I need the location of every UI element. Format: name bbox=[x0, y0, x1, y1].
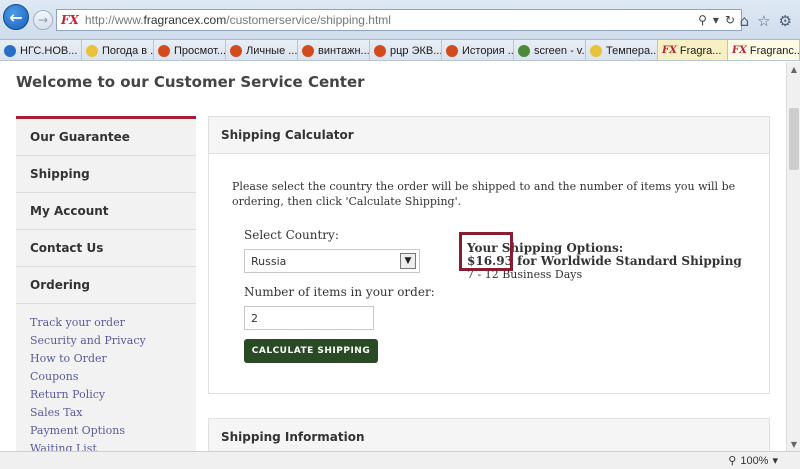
vertical-scrollbar[interactable]: ▲ ▼ bbox=[786, 62, 800, 451]
tab-favicon-icon bbox=[302, 44, 314, 57]
shipping-information-panel: Shipping Information bbox=[208, 418, 770, 451]
search-icon[interactable]: ⚲ bbox=[698, 13, 707, 27]
quantity-input[interactable]: 2 bbox=[244, 306, 374, 330]
scroll-thumb[interactable] bbox=[789, 108, 799, 170]
link-track-order[interactable]: Track your order bbox=[30, 314, 196, 332]
shipping-method: for Worldwide Standard Shipping bbox=[512, 254, 742, 268]
page-title: Welcome to our Customer Service Center bbox=[16, 73, 365, 91]
forward-arrow-icon: → bbox=[37, 13, 49, 27]
calculator-intro: Please select the country the order will… bbox=[232, 180, 736, 208]
price-highlight-box bbox=[459, 232, 513, 271]
sidebar-item-contact[interactable]: Contact Us bbox=[16, 230, 196, 267]
dropdown-icon[interactable]: ▾ bbox=[713, 13, 719, 27]
tab-favicon-icon: FX bbox=[732, 45, 747, 56]
tab-favicon-icon bbox=[518, 44, 530, 57]
tab-label: Просмот... bbox=[174, 44, 226, 57]
tab-favicon-icon bbox=[446, 44, 458, 57]
tab-item[interactable]: НГС.НОВ... bbox=[0, 40, 82, 60]
zoom-level: 100% bbox=[740, 454, 769, 467]
tab-label: Личные ... bbox=[246, 44, 298, 57]
tab-label: винтажн... bbox=[318, 44, 370, 57]
tab-item[interactable]: Погода в ... bbox=[82, 40, 154, 60]
shipping-info-heading: Shipping Information bbox=[209, 419, 769, 451]
link-how-to-order[interactable]: How to Order bbox=[30, 350, 196, 368]
forward-button[interactable]: → bbox=[33, 10, 53, 30]
qty-label: Number of items in your order: bbox=[244, 285, 435, 299]
tab-label: НГС.НОВ... bbox=[20, 44, 78, 57]
browser-toolbar: ← → FX http://www.fragrancex.com/custome… bbox=[0, 0, 800, 40]
scroll-down-icon[interactable]: ▼ bbox=[787, 437, 800, 451]
back-button[interactable]: ← bbox=[3, 4, 29, 30]
tab-label: screen - v... bbox=[534, 44, 586, 57]
tab-item[interactable]: рцр ЭКВ... bbox=[370, 40, 442, 60]
scroll-up-icon[interactable]: ▲ bbox=[787, 62, 800, 76]
sidebar-item-guarantee[interactable]: Our Guarantee bbox=[16, 119, 196, 156]
sidebar: Our Guarantee Shipping My Account Contac… bbox=[16, 116, 196, 451]
link-security-privacy[interactable]: Security and Privacy bbox=[30, 332, 196, 350]
tab-label: Fragranc... bbox=[749, 44, 800, 57]
tab-label: Погода в ... bbox=[102, 44, 154, 57]
home-icon[interactable]: ⌂ bbox=[740, 12, 750, 30]
site-favicon: FX bbox=[61, 13, 79, 27]
address-url[interactable]: http://www.fragrancex.com/customerservic… bbox=[85, 13, 698, 27]
status-bar: ⚲ 100% ▾ bbox=[0, 451, 800, 469]
link-coupons[interactable]: Coupons bbox=[30, 368, 196, 386]
tab-item[interactable]: Просмот... bbox=[154, 40, 226, 60]
calculate-shipping-button[interactable]: CALCULATE SHIPPING bbox=[244, 339, 378, 363]
tab-item-active[interactable]: FXFragra...✕ bbox=[658, 40, 728, 60]
page-content: Welcome to our Customer Service Center O… bbox=[0, 62, 786, 451]
url-host: fragrancex.com bbox=[143, 13, 227, 27]
tab-label: Темпера... bbox=[606, 44, 658, 57]
refresh-icon[interactable]: ↻ bbox=[725, 13, 735, 27]
tab-label: Fragra... bbox=[679, 44, 722, 57]
tab-favicon-icon bbox=[230, 44, 242, 57]
tab-label: рцр ЭКВ... bbox=[390, 44, 442, 57]
tab-item[interactable]: винтажн... bbox=[298, 40, 370, 60]
country-select[interactable]: Russia ▼ bbox=[244, 249, 420, 273]
tab-label: История ... bbox=[462, 44, 514, 57]
tab-favicon-icon bbox=[158, 44, 170, 57]
country-value: Russia bbox=[251, 254, 287, 268]
back-arrow-icon: ← bbox=[9, 7, 23, 27]
quantity-value: 2 bbox=[251, 311, 258, 325]
link-sales-tax[interactable]: Sales Tax bbox=[30, 404, 196, 422]
url-prefix: http://www. bbox=[84, 13, 144, 27]
tab-item[interactable]: Темпера... bbox=[586, 40, 658, 60]
address-bar[interactable]: FX http://www.fragrancex.com/customerser… bbox=[56, 9, 742, 31]
chevron-down-icon: ▾ bbox=[772, 455, 778, 467]
tab-favicon-icon: FX bbox=[662, 45, 677, 56]
settings-gear-icon[interactable]: ⚙ bbox=[779, 12, 792, 30]
sidebar-item-ordering[interactable]: Ordering bbox=[16, 267, 196, 304]
url-path: /customerservice/shipping.html bbox=[226, 13, 391, 27]
link-waiting-list[interactable]: Waiting List bbox=[30, 440, 196, 451]
zoom-icon: ⚲ bbox=[728, 455, 737, 467]
tab-item[interactable]: FX Fragranc... bbox=[728, 40, 800, 60]
chevron-down-icon: ▼ bbox=[400, 253, 416, 269]
calculator-heading: Shipping Calculator bbox=[209, 117, 769, 154]
tab-bar: НГС.НОВ... Погода в ... Просмот... Личны… bbox=[0, 40, 800, 61]
tab-favicon-icon bbox=[4, 44, 16, 57]
tab-favicon-icon bbox=[590, 44, 602, 57]
tab-item[interactable]: screen - v... bbox=[514, 40, 586, 60]
tab-favicon-icon bbox=[374, 44, 386, 57]
zoom-control[interactable]: ⚲ 100% ▾ bbox=[728, 454, 778, 468]
tab-item[interactable]: Личные ... bbox=[226, 40, 298, 60]
ordering-links: Track your order Security and Privacy Ho… bbox=[16, 304, 196, 451]
sidebar-item-account[interactable]: My Account bbox=[16, 193, 196, 230]
link-payment-options[interactable]: Payment Options bbox=[30, 422, 196, 440]
country-label: Select Country: bbox=[244, 228, 339, 242]
tab-item[interactable]: История ... bbox=[442, 40, 514, 60]
tab-favicon-icon bbox=[86, 44, 98, 57]
link-return-policy[interactable]: Return Policy bbox=[30, 386, 196, 404]
favorites-star-icon[interactable]: ☆ bbox=[757, 12, 770, 30]
shipping-calculator-panel: Shipping Calculator Please select the co… bbox=[208, 116, 770, 394]
sidebar-item-shipping[interactable]: Shipping bbox=[16, 156, 196, 193]
